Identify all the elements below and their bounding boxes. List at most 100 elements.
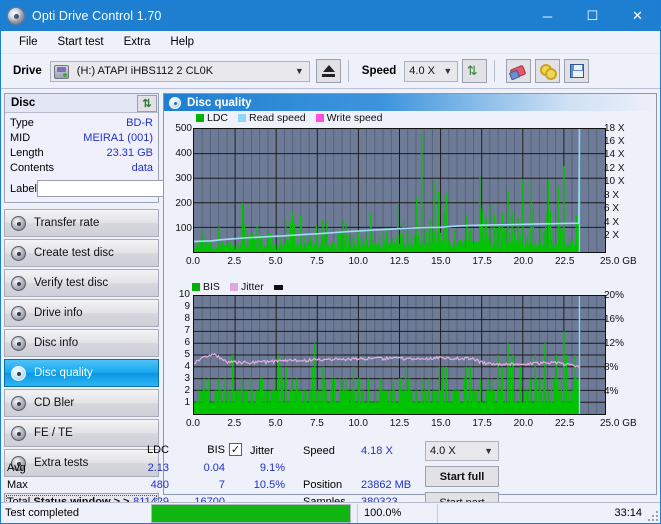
disc-row-mid-key: MID <box>10 132 31 144</box>
sidebar-item-verify-test-disc[interactable]: Verify test disc <box>4 269 159 297</box>
stats-max-bis: 7 <box>218 479 225 491</box>
chart-top-y2tick-2x: 2 X <box>604 230 620 241</box>
menu-item-start-test[interactable]: Start test <box>48 34 114 50</box>
chart-bottom-plot <box>193 295 606 415</box>
chart-bottom-ytick-6: 6 <box>184 337 190 348</box>
stats-position-label: Position <box>303 479 343 491</box>
drive-select[interactable]: (H:) ATAPI iHBS112 2 CL0K ▼ <box>49 60 310 82</box>
disc-row-type: Type BD-R <box>10 116 153 131</box>
sidebar-item-transfer-rate[interactable]: Transfer rate <box>4 209 159 237</box>
sidebar-item-label: Verify test disc <box>34 277 109 289</box>
disc-row-length: Length 23.31 GB <box>10 146 153 161</box>
xtick-10: 25.0 GB <box>600 418 637 429</box>
maximize-button[interactable]: ☐ <box>570 1 615 31</box>
disc-icon <box>11 395 26 411</box>
close-button[interactable]: ✕ <box>615 1 660 31</box>
stats-speed-select[interactable]: 4.0 X ▼ <box>425 441 499 461</box>
resize-grip-icon[interactable] <box>648 511 658 521</box>
legend-swatch-read-speed <box>238 114 247 122</box>
sidebar-item-disc-info[interactable]: Disc info <box>4 329 159 357</box>
legend-label-bis: BIS <box>203 281 220 293</box>
menu-bar: File Start test Extra Help <box>1 31 660 54</box>
elapsed-time: 33:14 <box>437 503 660 523</box>
toolbar-divider-1 <box>347 60 349 82</box>
disc-icon <box>11 215 26 231</box>
menu-item-file[interactable]: File <box>9 34 48 50</box>
chart-top-ytick-300: 300 <box>175 173 192 184</box>
speed-label: Speed <box>361 65 397 77</box>
disc-row-length-key: Length <box>10 147 44 159</box>
sidebar-item-drive-info[interactable]: Drive info <box>4 299 159 327</box>
menu-item-extra[interactable]: Extra <box>114 34 161 50</box>
disc-row-contents-key: Contents <box>10 162 55 174</box>
chart-bottom-ytick-9: 9 <box>184 301 190 312</box>
chart-top-y2tick-4x: 4 X <box>604 217 620 228</box>
refresh-button[interactable]: ⇅ <box>462 59 488 83</box>
chart-bottom-legend: BIS Jitter <box>192 281 283 293</box>
eject-button[interactable] <box>315 59 341 83</box>
chart-top-wrap: LDC Read speed Write speed 500 400 300 2… <box>164 111 656 281</box>
stats-speed-label: Speed <box>303 445 335 457</box>
legend-item-write-speed: Write speed <box>315 112 383 124</box>
xtick-9: 22.5 <box>554 256 575 267</box>
chart-bottom-ytick-1: 1 <box>184 397 190 408</box>
jitter-checkbox[interactable]: ✓ <box>229 443 242 456</box>
disc-icon <box>11 275 26 291</box>
start-full-button[interactable]: Start full <box>425 466 499 487</box>
speed-select[interactable]: 4.0 X ▼ <box>404 60 459 82</box>
refresh-icon: ⇅ <box>466 63 478 78</box>
disc-refresh-button[interactable]: ⇅ <box>137 94 157 112</box>
stats-position-value: 23862 MB <box>361 479 412 491</box>
chart-bottom-y2tick-12: 12% <box>604 338 625 349</box>
disc-properties: Type BD-R MID MEIRA1 (001) Length 23.31 … <box>5 113 239 202</box>
keys-button[interactable] <box>535 59 561 83</box>
disc-row-type-value: BD-R <box>126 117 153 129</box>
window-controls: ─ ☐ ✕ <box>525 1 660 31</box>
sidebar-item-create-test-disc[interactable]: Create test disc <box>4 239 159 267</box>
menu-item-help[interactable]: Help <box>160 34 204 50</box>
save-button[interactable] <box>564 59 590 83</box>
sidebar-item-disc-quality[interactable]: Disc quality <box>4 359 159 387</box>
stats-row-avg-label: Avg <box>7 462 26 474</box>
chart-top-ytick-400: 400 <box>175 148 192 159</box>
eraser-icon <box>511 65 527 77</box>
disc-label-key: Label <box>10 182 37 195</box>
chart-bottom-ytick-2: 2 <box>184 385 190 396</box>
chart-top-ytick-500: 500 <box>175 123 192 134</box>
chart-bottom-ytick-5: 5 <box>184 349 190 360</box>
content-panel: Disc quality LDC Read speed Write speed … <box>7 93 657 513</box>
eject-icon <box>321 65 335 77</box>
chart-bottom-ytick-8: 8 <box>184 313 190 324</box>
chart-bottom-y2tick-4: 4% <box>604 386 619 397</box>
stats-col-bis: BIS <box>207 444 225 456</box>
sidebar-item-label: CD Bler <box>34 397 75 409</box>
stats-speed-value: 4.18 X <box>361 445 393 457</box>
disc-row-mid-value: MEIRA1 (001) <box>83 132 153 144</box>
legend-label-write-speed: Write speed <box>326 112 383 124</box>
disc-row-contents-value: data <box>131 162 153 174</box>
legend-swatch-bis <box>192 283 200 291</box>
drive-label: Drive <box>13 65 42 77</box>
keys-icon <box>539 64 557 80</box>
legend-item-ldc: LDC <box>196 112 228 124</box>
stats-max-jitter: 10.5% <box>253 479 285 491</box>
sidebar-item-label: Drive info <box>34 307 83 319</box>
disc-row-type-key: Type <box>10 117 34 129</box>
legend-item-read-speed: Read speed <box>238 112 306 124</box>
drive-select-value: (H:) ATAPI iHBS112 2 CL0K <box>76 65 214 77</box>
window-title: Opti Drive Control 1.70 <box>32 9 162 23</box>
disc-row-contents: Contents data <box>10 161 153 176</box>
status-text: Test completed <box>5 507 79 519</box>
chart-bottom-ytick-10: 10 <box>178 289 190 300</box>
title-bar: Opti Drive Control 1.70 ─ ☐ ✕ <box>1 1 660 31</box>
chevron-down-icon: ▼ <box>294 66 304 76</box>
chart-top-legend: LDC Read speed Write speed <box>196 112 389 124</box>
stats-row-max-label: Max <box>7 479 28 491</box>
chart-bottom-ytick-7: 7 <box>184 325 190 336</box>
xtick-9: 22.5 <box>554 418 575 429</box>
sidebar-item-cd-bler[interactable]: CD Bler <box>4 389 159 417</box>
chart-top-y2tick-18x: 18 X <box>604 123 625 134</box>
progress-bar-fill <box>152 504 350 522</box>
erase-button[interactable] <box>506 59 532 83</box>
minimize-button[interactable]: ─ <box>525 1 570 31</box>
